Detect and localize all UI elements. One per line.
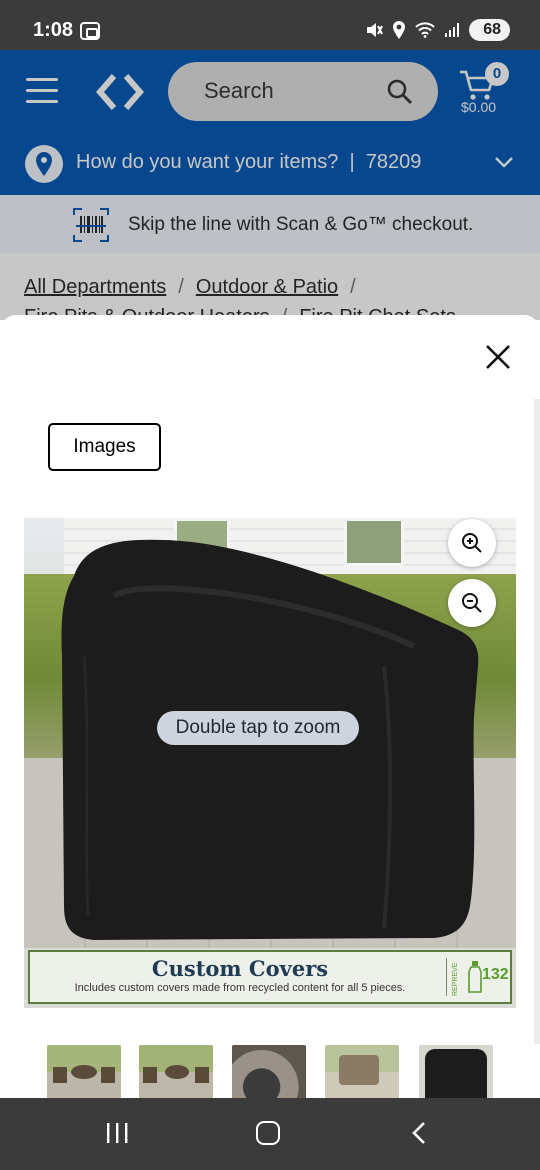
thumbnail[interactable] [232,1045,306,1098]
thumbnail-strip [47,1045,507,1098]
banner-title: Custom Covers [151,956,329,981]
close-icon[interactable] [482,341,514,373]
wifi-icon [415,22,435,38]
image-viewer-modal: Images Custom Covers Includes custom cov… [0,315,540,1098]
modal-backdrop[interactable] [0,50,540,320]
signal-icon [445,23,460,37]
product-image[interactable]: Custom Covers Includes custom covers mad… [24,518,516,1008]
back-icon[interactable] [410,1121,428,1145]
recent-apps-icon[interactable] [104,1122,130,1144]
zoom-out-button[interactable] [448,579,496,627]
zoom-out-icon [462,593,482,613]
battery-icon: 68 [469,19,510,41]
tab-images[interactable]: Images [48,423,161,471]
banner-brand: REPREVE [452,962,459,996]
thumbnail[interactable] [325,1045,399,1098]
status-bar: 1:08 68 [0,0,540,50]
home-icon[interactable] [256,1121,280,1145]
banner-divider [446,958,447,996]
custom-covers-banner: Custom Covers Includes custom covers mad… [28,950,512,1004]
zoom-in-button[interactable] [448,519,496,567]
status-time: 1:08 [33,19,74,41]
thumbnail[interactable] [419,1045,493,1098]
banner-count: 132 [482,966,509,983]
scrollbar[interactable] [534,399,540,1044]
thumbnail[interactable] [139,1045,213,1098]
banner-subtitle: Includes custom covers made from recycle… [74,982,406,994]
location-icon [393,21,406,39]
status-icons: 68 [365,19,510,41]
zoom-hint: Double tap to zoom [157,711,359,745]
mute-icon [367,23,384,37]
bottle-icon [468,961,482,993]
screenshot-icon [80,22,100,40]
thumbnail[interactable] [47,1045,121,1098]
zoom-in-icon [462,533,482,553]
